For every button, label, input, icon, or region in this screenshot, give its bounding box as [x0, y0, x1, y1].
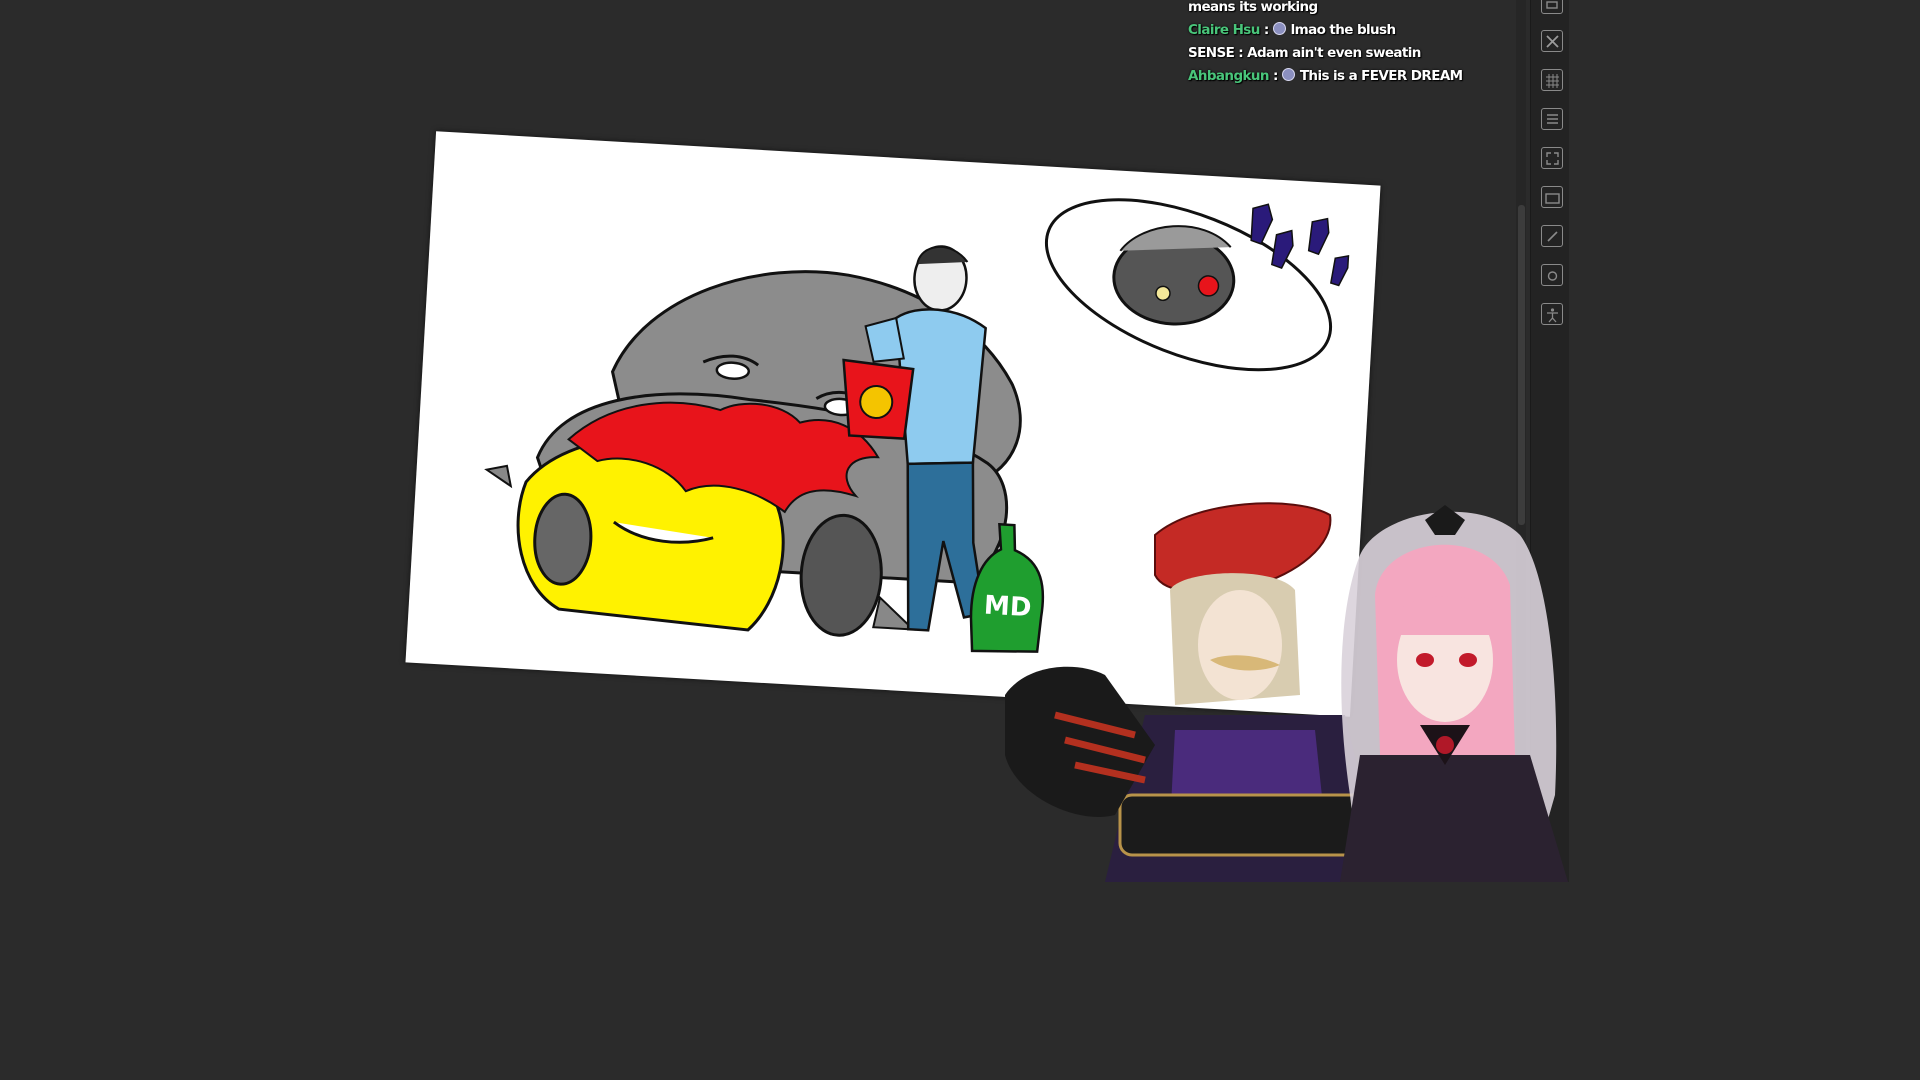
- expand-icon[interactable]: [1541, 147, 1563, 169]
- grid-icon[interactable]: [1541, 69, 1563, 91]
- chat-overlay: means its working Claire Hsu : lmao the b…: [1188, 0, 1488, 88]
- folder-icon[interactable]: [1541, 186, 1563, 208]
- chat-message: means its working: [1188, 0, 1488, 19]
- chat-message: SENSE : Adam ain't even sweatin: [1188, 45, 1421, 61]
- camera-icon[interactable]: [1541, 264, 1563, 286]
- chat-author: Claire Hsu: [1188, 22, 1260, 38]
- layers-icon[interactable]: [1541, 0, 1563, 14]
- close-box-icon[interactable]: [1541, 30, 1563, 52]
- chat-message: Claire Hsu : lmao the blush: [1188, 22, 1396, 38]
- chat-message-text: lmao the blush: [1290, 22, 1396, 38]
- edit-icon[interactable]: [1541, 225, 1563, 247]
- chat-author: Ahbangkun: [1188, 68, 1270, 84]
- chat-message: Ahbangkun : This is a FEVER DREAM: [1188, 68, 1463, 84]
- streamer-avatar-right: [1340, 505, 1568, 882]
- chat-message-text: means its working: [1188, 0, 1318, 15]
- user-badge-icon: [1281, 68, 1295, 81]
- scrollbar-thumb[interactable]: [1518, 205, 1525, 525]
- list-icon[interactable]: [1541, 108, 1563, 130]
- accessibility-icon[interactable]: [1541, 303, 1563, 325]
- chat-message-text: This is a FEVER DREAM: [1299, 68, 1463, 84]
- chat-author: SENSE: [1188, 45, 1235, 61]
- user-badge-icon: [1272, 22, 1286, 35]
- chat-message-text: Adam ain't even sweatin: [1247, 45, 1421, 61]
